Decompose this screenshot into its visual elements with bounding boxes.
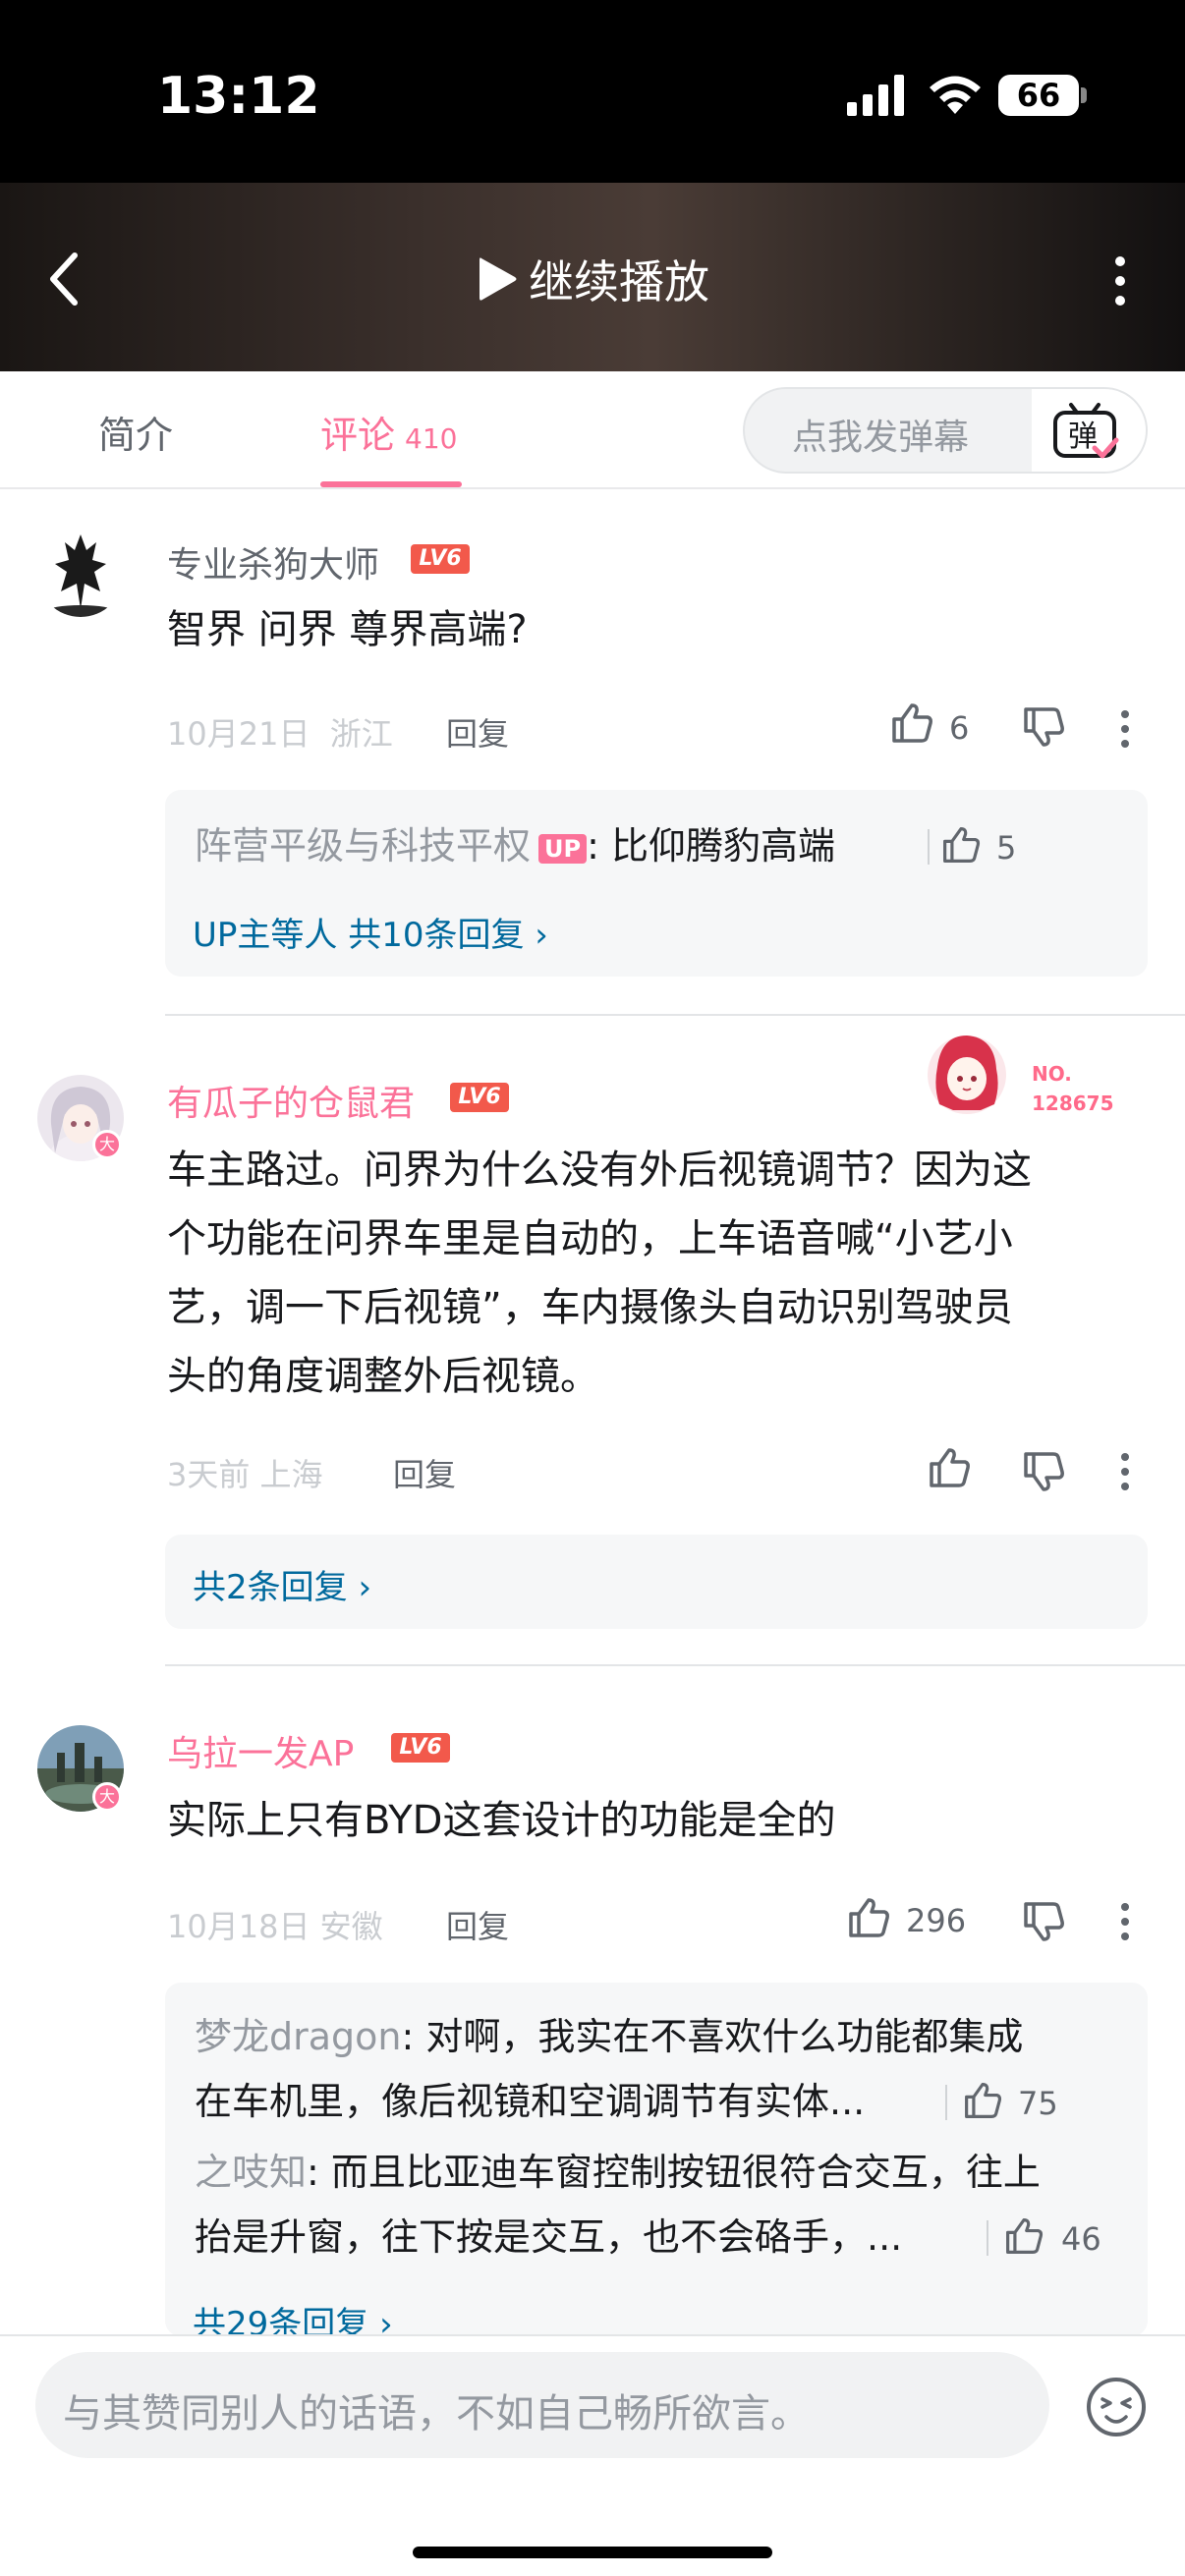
danmaku-icon: 弹 [1053, 403, 1119, 459]
active-tab-indicator [320, 481, 462, 487]
like-count: 296 [906, 1902, 967, 1939]
comment-meta: 3天前 上海 [167, 1450, 323, 1495]
comment-more-icon[interactable] [1118, 1452, 1132, 1491]
fan-badge-icon [928, 1036, 1006, 1114]
vip-badge: 大 [92, 1782, 122, 1812]
comment-text-line: 车主路过。问界为什么没有外后视镜调节？因为这 [167, 1148, 1032, 1193]
tab-comments-label: 评论 [320, 414, 396, 457]
comment-more-icon[interactable] [1118, 709, 1132, 749]
emoji-icon[interactable] [1085, 2376, 1148, 2438]
separator [945, 2085, 947, 2120]
comment-text-line: 艺，调一下后视镜”，车内摄像头自动识别驾驶员 [167, 1285, 1013, 1330]
thumbs-up-icon[interactable] [847, 1896, 890, 1939]
tab-intro[interactable]: 简介 [98, 405, 173, 459]
sub-reply[interactable]: 阵营平级与科技平权 UP: 比仰腾豹高端 [195, 813, 835, 878]
comment-date: 10月21日 [167, 715, 310, 753]
reply-button[interactable]: 回复 [393, 1450, 456, 1495]
comment-meta: 10月21日 浙江 [167, 709, 393, 755]
vip-badge: 大 [92, 1130, 122, 1159]
comment-text-line: 个功能在问界车里是自动的，上车语音喊“小艺小 [167, 1216, 1013, 1261]
sub-reply[interactable]: 之吱知: 而且比亚迪车窗控制按钮很符合交互，往上 抬是升窗，往下按是交互，也不会… [195, 2140, 1041, 2269]
wifi-icon [930, 76, 981, 114]
comment-location: 安徽 [319, 1908, 383, 1945]
comment-date: 3天前 [167, 1456, 251, 1493]
battery-cap [1081, 87, 1087, 103]
comment-text-line: 头的角度调整外后视镜。 [167, 1354, 599, 1399]
sub-reply-username[interactable]: 阵营平级与科技平权 [195, 824, 531, 868]
comment-username[interactable]: 乌拉一发AP [167, 1725, 354, 1776]
comment-text: 智界 问界 尊界高端? [167, 607, 528, 652]
comment-input-placeholder: 与其赞同别人的话语，不如自己畅所欲言。 [63, 2391, 810, 2436]
fan-badge-number: NO. 128675 [1032, 1059, 1114, 1118]
fan-badge-label: NO. [1032, 1062, 1072, 1086]
thumbs-up-icon[interactable] [1004, 2216, 1044, 2256]
level-badge: LV6 [411, 544, 470, 574]
comment-username[interactable]: 有瓜子的仓鼠君 [167, 1075, 415, 1126]
sub-reply-username[interactable]: 之吱知 [195, 2151, 307, 2194]
back-arrow-icon[interactable] [45, 250, 85, 308]
reply-button[interactable]: 回复 [446, 709, 509, 755]
level-badge: LV6 [450, 1083, 509, 1112]
reply-button[interactable]: 回复 [446, 1902, 509, 1947]
sub-reply-like-count: 75 [1018, 2085, 1058, 2122]
sub-reply-text: 在车机里，像后视镜和空调调节有实体... [195, 2080, 866, 2123]
more-replies-link[interactable]: UP主等人 共10条回复 › [193, 908, 548, 956]
separator [928, 829, 930, 865]
like-count: 6 [949, 709, 970, 747]
tab-comments[interactable]: 评论 410 [320, 405, 457, 459]
comment-meta: 10月18日 安徽 [167, 1902, 383, 1947]
comment-date: 10月18日 [167, 1908, 310, 1945]
comment-location: 浙江 [329, 715, 393, 753]
comment-count: 410 [405, 422, 458, 455]
resume-playback-button[interactable]: 继续播放 [476, 248, 709, 310]
more-options-icon[interactable] [1108, 252, 1132, 310]
comment-more-icon[interactable] [1118, 1902, 1132, 1941]
thumbs-up-icon[interactable] [890, 701, 933, 745]
up-tag: UP [538, 833, 588, 864]
cellular-signal-icon [847, 75, 904, 116]
fan-badge-digits: 128675 [1032, 1092, 1114, 1115]
thumbs-down-icon[interactable] [1022, 1900, 1065, 1943]
play-icon [480, 257, 517, 301]
sub-reply[interactable]: 梦龙dragon: 对啊，我实在不喜欢什么功能都集成 在车机里，像后视镜和空调调… [195, 2004, 1023, 2134]
thumbs-up-icon[interactable] [941, 825, 981, 865]
comment-location: 上海 [259, 1456, 323, 1493]
thumbs-down-icon[interactable] [1022, 1450, 1065, 1493]
comment-username[interactable]: 专业杀狗大师 [167, 536, 379, 588]
sub-reply-text: : 对啊，我实在不喜欢什么功能都集成 [401, 2015, 1024, 2058]
comment-text: 车主路过。问界为什么没有外后视镜调节？因为这 个功能在问界车里是自动的，上车语音… [167, 1136, 1140, 1411]
thumbs-up-icon[interactable] [963, 2081, 1002, 2120]
sub-reply-text: 抬是升窗，往下按是交互，也不会硌手，... [195, 2215, 903, 2259]
comment-text: 实际上只有BYD这套设计的功能是全的 [167, 1798, 836, 1843]
separator [987, 2220, 988, 2256]
more-replies-link[interactable]: 共2条回复 › [193, 1560, 371, 1608]
thumbs-down-icon[interactable] [1022, 705, 1065, 749]
sub-reply-username[interactable]: 梦龙dragon [195, 2015, 402, 2058]
sub-reply-like-count: 5 [996, 829, 1017, 867]
comment-divider [165, 1664, 1185, 1666]
avatar[interactable] [37, 531, 124, 617]
sub-reply-like-count: 46 [1061, 2220, 1101, 2258]
home-indicator [413, 2547, 772, 2558]
sub-reply-text: : 比仰腾豹高端 [587, 824, 835, 868]
status-time: 13:12 [157, 67, 320, 126]
comment-divider [165, 1014, 1185, 1016]
level-badge: LV6 [391, 1733, 450, 1763]
sub-reply-text: : 而且比亚迪车窗控制按钮很符合交互，往上 [307, 2151, 1041, 2194]
thumbs-up-icon[interactable] [928, 1446, 971, 1489]
danmaku-placeholder: 点我发弹幕 [792, 418, 970, 458]
resume-label: 继续播放 [529, 255, 709, 308]
battery-indicator: 66 [998, 75, 1079, 116]
